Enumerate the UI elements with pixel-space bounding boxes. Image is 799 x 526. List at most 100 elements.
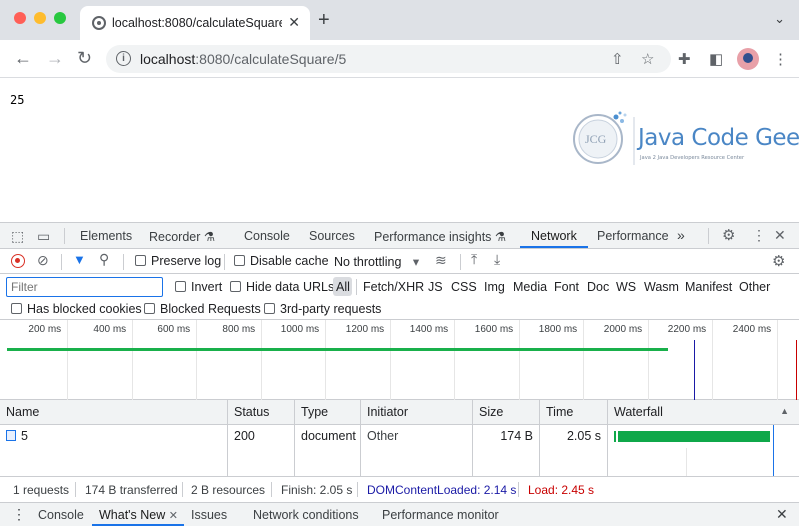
new-tab-button[interactable]: + [318,9,330,32]
column-header-name[interactable]: Name [0,400,228,425]
disable-cache-checkbox[interactable]: Disable cache [234,254,329,268]
back-icon[interactable]: ← [14,48,32,68]
filter-icon[interactable]: ▼ [73,252,86,267]
url-text[interactable]: localhost:8080/calculateSquare/5 [140,51,346,67]
close-devtools-icon[interactable]: ✕ [774,227,786,244]
profile-avatar[interactable] [737,48,759,70]
filter-type-fetch-xhr[interactable]: Fetch/XHR [363,280,424,294]
table-row-size: 174 B [473,425,540,448]
more-tabs-icon[interactable]: » [677,227,685,243]
export-har-icon[interactable]: ⤓ [494,251,500,268]
has-blocked-cookies-checkbox[interactable]: Has blocked cookies [11,302,142,316]
browser-tab[interactable]: localhost:8080/calculateSquare ✕ [80,6,310,40]
import-har-icon[interactable]: ⤒ [471,251,477,268]
devtools-tabbar: ⬚ ▭ Elements Recorder ⚗ Console Sources … [0,223,799,249]
share-icon[interactable]: ⇧ [611,50,624,68]
filter-type-img[interactable]: Img [484,280,505,294]
filter-input[interactable] [6,277,163,297]
side-panel-icon[interactable]: ◧ [709,50,723,68]
hide-data-urls-checkbox[interactable]: Hide data URLs [230,280,334,294]
column-header-initiator[interactable]: Initiator [361,400,473,425]
inspect-element-icon[interactable]: ⬚ [11,228,24,245]
filter-type-wasm[interactable]: Wasm [644,280,679,294]
tab-performance[interactable]: Performance [597,229,669,243]
overview-gridline [519,320,520,400]
table-row-initiator: Other [361,425,473,448]
drawer-tab-performance-monitor[interactable]: Performance monitor [382,508,499,522]
column-header-type[interactable]: Type [295,400,361,425]
third-party-requests-checkbox[interactable]: 3rd-party requests [264,302,381,316]
overview-tick-label: 1800 ms [538,324,578,335]
tab-close-icon[interactable]: ✕ [288,14,300,31]
network-settings-gear-icon[interactable]: ⚙ [772,252,785,270]
filter-type-doc[interactable]: Doc [587,280,609,294]
column-header-size[interactable]: Size [473,400,540,425]
filter-type-other[interactable]: Other [739,280,770,294]
device-toolbar-icon[interactable]: ▭ [37,228,50,245]
drawer-tab-network-conditions[interactable]: Network conditions [253,508,359,522]
extensions-icon[interactable]: ✚ [678,50,691,68]
drawer-tab-issues[interactable]: Issues [191,508,227,522]
network-overview[interactable]: 200 ms 400 ms 600 ms 800 ms 1000 ms 1200 ms 14… [0,320,799,400]
document-icon [6,430,16,441]
search-icon[interactable]: ⚲ [99,251,109,268]
column-header-time[interactable]: Time [540,400,608,425]
site-info-icon[interactable]: i [116,51,131,66]
drawer-menu-icon[interactable]: ⋮ [12,506,26,523]
customize-menu-icon[interactable]: ⋮ [752,227,766,244]
invert-checkbox[interactable]: Invert [175,280,222,294]
overview-gridline [67,320,68,400]
browser-menu-icon[interactable]: ⋮ [773,50,788,68]
tab-search-icon[interactable]: ⌄ [774,11,785,27]
tab-sources[interactable]: Sources [309,229,355,243]
tab-console[interactable]: Console [244,229,290,243]
clear-icon[interactable]: ⊘ [37,252,49,269]
filter-type-css[interactable]: CSS [451,280,477,294]
page-content: 25 JCG Java Code Geeks Java 2 Java Devel… [0,79,799,222]
settings-gear-icon[interactable]: ⚙ [722,226,735,244]
blocked-filter-bar: Has blocked cookies Blocked Requests 3rd… [0,298,799,320]
tab-title: localhost:8080/calculateSquare [112,16,282,30]
bookmark-star-icon[interactable]: ☆ [641,50,654,68]
sort-ascending-icon: ▲ [780,406,789,416]
tab-recorder[interactable]: Recorder ⚗ [149,229,215,244]
minimize-window-button[interactable] [34,12,46,24]
network-toolbar: ⊘ ▼ ⚲ Preserve log Disable cache No thro… [0,249,799,274]
overview-gridline [390,320,391,400]
dcl-marker [694,340,695,400]
logo-name: Java Code Geeks [636,125,799,151]
filter-type-all[interactable]: All [336,280,350,294]
filter-type-media[interactable]: Media [513,280,547,294]
close-window-button[interactable] [14,12,26,24]
overview-tick-label: 1400 ms [409,324,449,335]
network-conditions-icon[interactable]: ≋ [435,252,447,269]
overview-tick-label: 1200 ms [345,324,385,335]
overview-tick-label: 800 ms [222,324,256,335]
tab-elements[interactable]: Elements [80,229,132,243]
record-icon[interactable] [11,254,25,268]
reload-icon[interactable]: ↻ [77,48,92,68]
summary-finish: Finish: 2.05 s [281,483,353,497]
table-row-time: 2.05 s [540,425,608,448]
preserve-log-checkbox[interactable]: Preserve log [135,254,221,268]
table-row-name[interactable]: 5 [0,425,228,448]
forward-icon[interactable]: → [46,48,64,68]
tab-network[interactable]: Network [531,229,577,243]
filter-type-font[interactable]: Font [554,280,579,294]
address-bar[interactable]: i localhost:8080/calculateSquare/5 [106,45,671,73]
filter-type-manifest[interactable]: Manifest [685,280,732,294]
throttling-select[interactable]: No throttling ▾ [334,254,419,269]
drawer-tab-whats-new[interactable]: What's New ✕ [99,508,178,522]
column-header-waterfall[interactable]: Waterfall ▲ [608,400,799,425]
table-row-type: document [295,425,361,448]
column-header-status[interactable]: Status [228,400,295,425]
overview-gridline [196,320,197,400]
maximize-window-button[interactable] [54,12,66,24]
close-drawer-icon[interactable]: ✕ [776,506,788,523]
tab-performance-insights[interactable]: Performance insights ⚗ [374,229,506,244]
blocked-requests-checkbox[interactable]: Blocked Requests [144,302,261,316]
drawer-tab-console[interactable]: Console [38,508,84,522]
filter-type-ws[interactable]: WS [616,280,636,294]
summary-transferred: 174 B transferred [85,483,178,497]
filter-type-js[interactable]: JS [428,280,443,294]
